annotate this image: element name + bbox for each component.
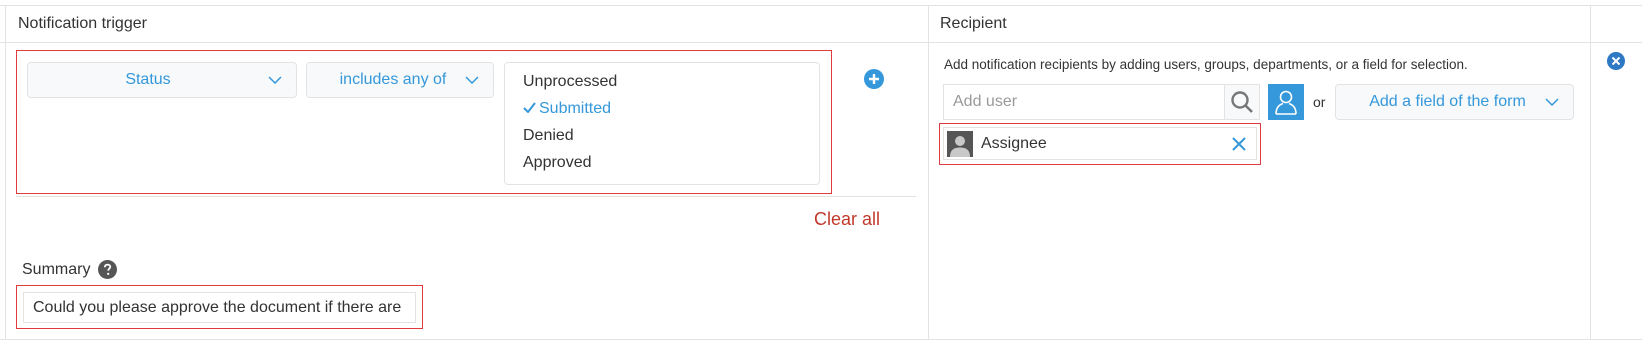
search-button[interactable] [1224,84,1260,120]
summary-label-text: Summary [22,260,91,278]
close-icon[interactable] [1232,136,1246,151]
add-user-input[interactable]: Add user [943,84,1225,120]
plus-circle-icon [864,69,884,89]
status-option[interactable]: Unprocessed [523,73,617,91]
status-option-selected[interactable]: Submitted [523,100,611,118]
chevron-down-icon [465,76,479,84]
column-divider-1 [928,5,929,340]
chevron-down-icon [268,76,282,84]
close-circle-icon [1607,52,1625,70]
top-border [0,5,1642,6]
trigger-column-header: Notification trigger [18,15,147,32]
operator-select-label: includes any of [339,71,447,88]
user-icon [1275,90,1297,115]
recipient-chip-label: Assignee [981,134,1047,152]
recipient-hint: Add notification recipients by adding us… [944,57,1468,72]
summary-label: Summary [22,260,118,279]
status-options-list[interactable]: Unprocessed Submitted Denied Approved [504,62,820,185]
header-divider [0,42,1642,43]
search-icon [1231,91,1253,113]
clear-all-link[interactable]: Clear all [814,209,880,230]
recipient-column-header: Recipient [940,15,1007,32]
field-select-label: Status [125,71,171,88]
left-border [5,5,6,340]
recipient-chip: Assignee [943,127,1257,160]
add-condition-button[interactable] [864,69,884,89]
question-circle-icon[interactable] [98,260,118,279]
add-field-select[interactable]: Add a field of the form [1335,84,1574,120]
add-field-select-label: Add a field of the form [1369,93,1526,110]
condition-separator [16,196,916,197]
operator-select[interactable]: includes any of [306,62,494,98]
user-picker-button[interactable] [1268,84,1304,120]
field-select[interactable]: Status [27,62,297,98]
status-option-label: Submitted [539,100,612,117]
bottom-border [0,339,1642,340]
avatar-icon [947,130,973,157]
or-label: or [1313,94,1326,110]
chevron-down-icon [1545,98,1559,106]
remove-row-button[interactable] [1607,52,1625,70]
status-option[interactable]: Denied [523,127,574,145]
status-option[interactable]: Approved [523,154,592,172]
check-icon [523,100,539,118]
column-divider-2 [1590,5,1591,340]
summary-input[interactable]: Could you please approve the document if… [23,292,416,323]
